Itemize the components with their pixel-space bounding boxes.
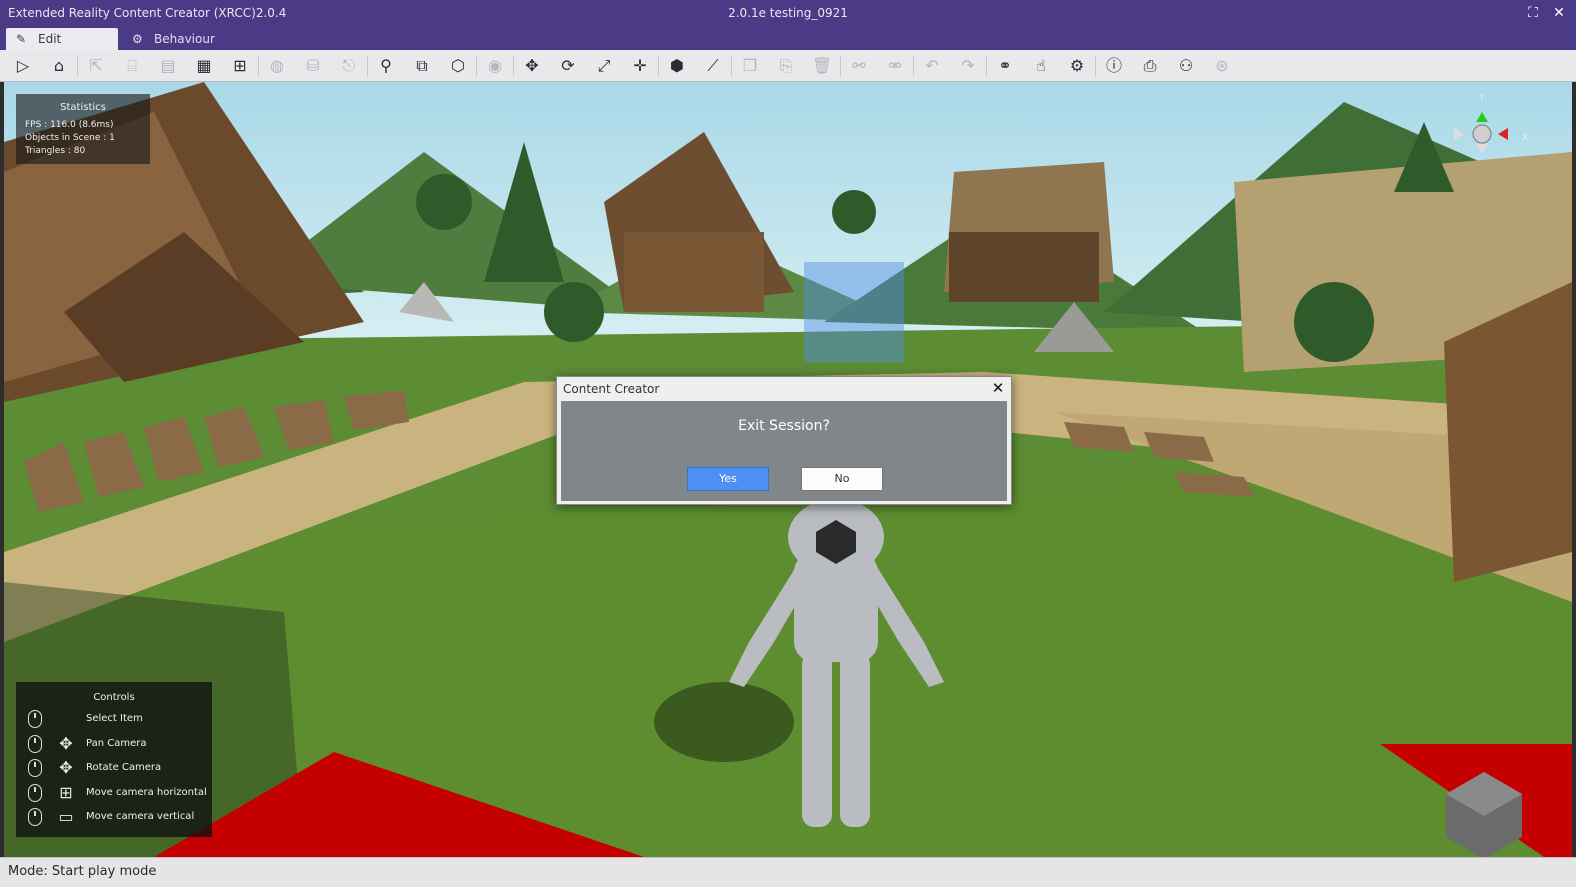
- toolbar-separator: [731, 56, 732, 76]
- bounds-icon[interactable]: ⬢: [664, 54, 690, 78]
- controls-row: ▭ Move camera vertical: [16, 806, 212, 828]
- no-button[interactable]: No: [801, 467, 883, 491]
- sync-icon[interactable]: ⊛: [1209, 54, 1235, 78]
- toolbar-separator: [913, 56, 914, 76]
- statistics-panel: Statistics FPS : 116.0 (8.6ms) Objects i…: [16, 94, 150, 164]
- export-icon[interactable]: ⇱: [83, 54, 109, 78]
- status-text: Mode: Start play mode: [8, 864, 157, 879]
- share-icon[interactable]: ⎋: [336, 54, 362, 78]
- triangles-count: Triangles : 80: [25, 146, 86, 156]
- move-icon[interactable]: ✥: [519, 54, 545, 78]
- app-title: Extended Reality Content Creator (XRCC)2…: [8, 6, 287, 20]
- visibility-icon[interactable]: ◉: [482, 54, 508, 78]
- axis-gizmo[interactable]: Y X: [1440, 90, 1540, 180]
- controls-row: ✥ Rotate Camera: [16, 757, 212, 779]
- save-icon[interactable]: ▤: [155, 54, 181, 78]
- control-gesture-icon: ✥: [59, 733, 73, 753]
- tab-label: Behaviour: [154, 32, 215, 46]
- control-label: Rotate Camera: [86, 762, 162, 773]
- scale-icon[interactable]: ⤢: [591, 54, 617, 78]
- mouse-icon: [28, 759, 42, 777]
- control-label: Move camera vertical: [86, 811, 195, 822]
- dialog-message: Exit Session?: [738, 418, 830, 434]
- toolbar-separator: [258, 56, 259, 76]
- users-icon[interactable]: ⚇: [1173, 54, 1199, 78]
- open-icon[interactable]: ⌸: [119, 54, 145, 78]
- control-gesture-icon: ✥: [59, 758, 73, 777]
- controls-panel: Controls Select Item ✥ Pan Camera ✥ Rotate C…: [16, 682, 212, 837]
- dialog-close-icon[interactable]: ✕: [989, 379, 1007, 397]
- redo-icon[interactable]: ↷: [955, 54, 981, 78]
- settings-icon[interactable]: ⚙: [1064, 54, 1090, 78]
- controls-row: Select Item: [16, 708, 212, 730]
- gizmo-x-label: X: [1522, 133, 1528, 143]
- import-icon[interactable]: ⊞: [227, 54, 253, 78]
- fps-readout: FPS : 116.0 (8.6ms): [25, 120, 114, 130]
- gizmo-y-label: Y: [1478, 93, 1485, 103]
- toolbar-separator: [1095, 56, 1096, 76]
- toolbar-separator: [658, 56, 659, 76]
- link-icon[interactable]: ⚯: [846, 54, 872, 78]
- edit-icon: ✎: [16, 32, 27, 46]
- tab-edit[interactable]: ✎ Edit: [6, 28, 118, 50]
- report-icon[interactable]: ⎙: [1137, 54, 1163, 78]
- app-window: Extended Reality Content Creator (XRCC)2…: [0, 0, 1576, 887]
- home-icon[interactable]: ⌂: [46, 54, 72, 78]
- control-label: Pan Camera: [86, 737, 147, 749]
- toolbar-separator: [840, 56, 841, 76]
- objects-count: Objects in Scene : 1: [25, 133, 115, 143]
- tab-bar: ✎ Edit ⚙ Behaviour: [0, 26, 1576, 50]
- mouse-icon: [28, 808, 42, 826]
- unlink-icon[interactable]: ⚮: [882, 54, 908, 78]
- dialog-body: Exit Session? Yes No: [561, 401, 1007, 501]
- control-label: Select Item: [86, 713, 143, 724]
- controls-row: ✥ Pan Camera: [16, 733, 212, 755]
- paste-icon[interactable]: ⎘: [773, 54, 799, 78]
- asset-library-icon[interactable]: ◍: [264, 54, 290, 78]
- help-cursor-icon[interactable]: ☝: [1028, 54, 1054, 78]
- dialog-title: Content Creator: [563, 382, 660, 396]
- toolbar-separator: [476, 56, 477, 76]
- publish-icon[interactable]: ⛁: [300, 54, 326, 78]
- connections-icon[interactable]: ⚭: [992, 54, 1018, 78]
- rotate-icon[interactable]: ⟳: [555, 54, 581, 78]
- object-list-icon[interactable]: ⧉: [409, 54, 435, 78]
- toolbar-separator: [986, 56, 987, 76]
- control-gesture-icon: [54, 708, 78, 730]
- title-bar: Extended Reality Content Creator (XRCC)2…: [0, 0, 1576, 26]
- toolbar-separator: [77, 56, 78, 76]
- mouse-icon: [28, 710, 42, 728]
- controls-title: Controls: [93, 692, 135, 703]
- pivot-icon[interactable]: ✛: [627, 54, 653, 78]
- toolbar-separator: [513, 56, 514, 76]
- toolbar-separator: [367, 56, 368, 76]
- maximize-icon[interactable]: ⛶: [1524, 4, 1542, 22]
- save-as-icon[interactable]: ▦: [191, 54, 217, 78]
- delete-icon[interactable]: 🗑: [809, 54, 835, 78]
- exit-session-dialog: Content Creator ✕ Exit Session? Yes No: [556, 376, 1012, 505]
- yes-button[interactable]: Yes: [687, 467, 769, 491]
- add-object-icon[interactable]: ⬡: [445, 54, 471, 78]
- control-label: Move camera horizontal: [86, 786, 207, 798]
- tab-label: Edit: [38, 32, 62, 46]
- play-icon[interactable]: ▷: [10, 54, 36, 78]
- gear-icon: ⚙: [132, 32, 143, 46]
- toolbar: ▷ ⌂ ⇱ ⌸ ▤ ▦ ⊞ ◍ ⛁ ⎋ ⚲ ⧉ ⬡ ◉ ✥ ⟳ ⤢ ✛ ⬢ ⟋ ❐ ⎘ 🗑 ⚯ ⚮ ↶ ↷ ⚭ ☝ ⚙ ⓘ ⎙ ⚇ ⊛: [0, 50, 1576, 82]
- control-gesture-icon: ▭: [58, 807, 74, 826]
- statistics-title: Statistics: [60, 102, 106, 113]
- mouse-icon: [28, 734, 42, 753]
- copy-icon[interactable]: ❐: [737, 54, 763, 78]
- close-window-icon[interactable]: ✕: [1550, 4, 1568, 22]
- mouse-icon: [28, 783, 42, 802]
- undo-icon[interactable]: ↶: [919, 54, 945, 78]
- scene-settings-icon[interactable]: ⚲: [373, 54, 399, 78]
- measure-icon[interactable]: ⟋: [700, 54, 726, 78]
- control-gesture-icon: ⊞: [59, 782, 73, 802]
- tab-behaviour[interactable]: ⚙ Behaviour: [122, 28, 252, 50]
- controls-row: ⊞ Move camera horizontal: [16, 782, 212, 804]
- status-bar: Mode: Start play mode: [0, 857, 1576, 887]
- info-icon[interactable]: ⓘ: [1101, 54, 1127, 78]
